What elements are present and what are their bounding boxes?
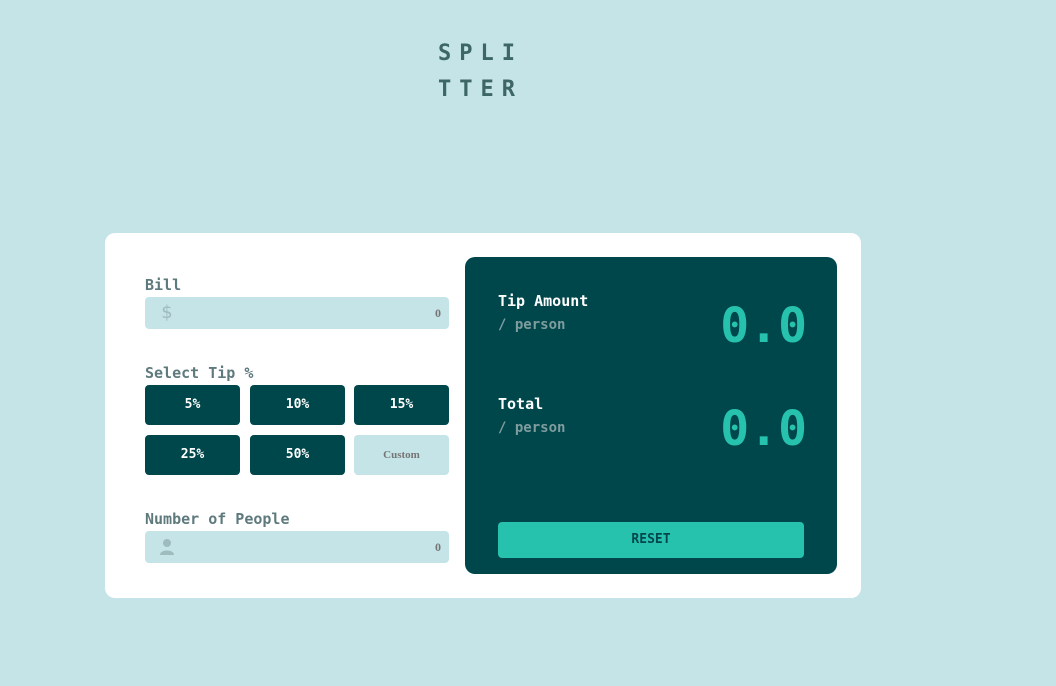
tip-amount-value: 0.0 — [720, 298, 807, 354]
reset-button[interactable]: RESET — [498, 522, 804, 558]
bill-input[interactable] — [185, 297, 441, 329]
people-field — [145, 531, 449, 563]
people-input[interactable] — [185, 531, 441, 563]
custom-tip-input[interactable] — [354, 435, 449, 475]
tip-amount-per-person-label: / person — [498, 317, 566, 333]
bill-label: Bill — [145, 276, 182, 294]
app-logo: SPLI TTER — [438, 36, 538, 108]
person-icon — [159, 537, 175, 557]
tip-50-button[interactable]: 50% — [250, 435, 345, 475]
bill-field: $ — [145, 297, 449, 329]
logo-line-1: SPLI — [438, 41, 523, 66]
total-per-person-label: / person — [498, 420, 566, 436]
tip-5-button[interactable]: 5% — [145, 385, 240, 425]
calculator-card: Bill $ Select Tip % 5% 10% 15% 25% 50% N… — [105, 233, 861, 598]
dollar-icon: $ — [161, 302, 173, 323]
total-value: 0.0 — [720, 401, 807, 457]
logo-line-2: TTER — [438, 77, 523, 102]
total-title: Total — [498, 395, 544, 413]
people-label: Number of People — [145, 510, 290, 528]
tip-amount-title: Tip Amount — [498, 292, 589, 310]
tip-10-button[interactable]: 10% — [250, 385, 345, 425]
tip-25-button[interactable]: 25% — [145, 435, 240, 475]
results-panel: Tip Amount / person 0.0 Total / person 0… — [465, 257, 837, 574]
tip-15-button[interactable]: 15% — [354, 385, 449, 425]
select-tip-label: Select Tip % — [145, 364, 254, 382]
